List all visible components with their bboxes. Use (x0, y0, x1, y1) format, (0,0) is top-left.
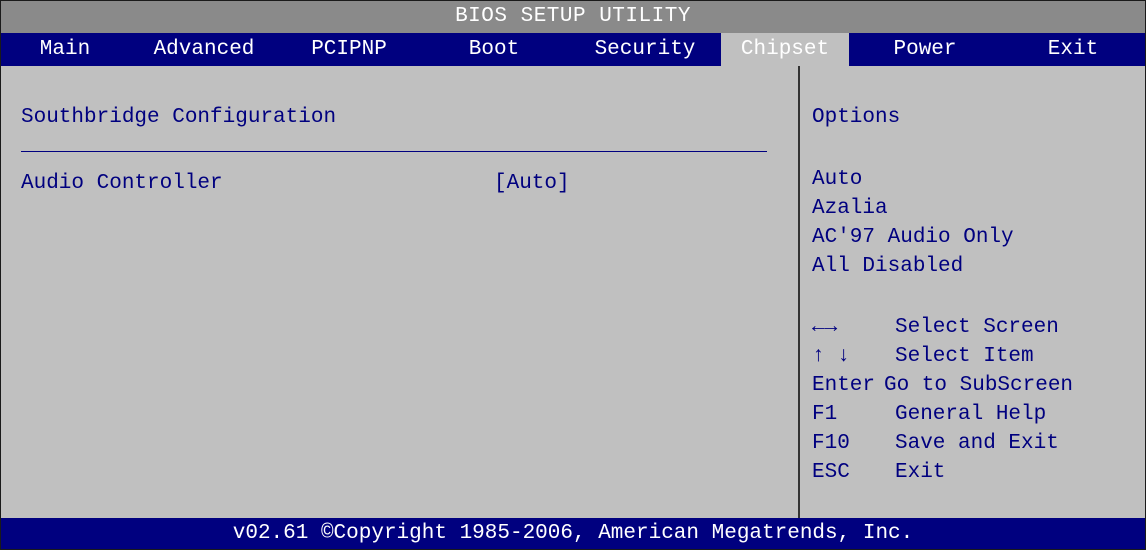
audio-controller-setting[interactable]: Audio Controller [Auto] (1, 172, 797, 202)
title-bar: BIOS SETUP UTILITY (1, 1, 1145, 33)
settings-pane: Southbridge Configuration Audio Controll… (1, 66, 797, 518)
key-enter: Enter (812, 374, 876, 397)
key-f1: F1 (812, 403, 838, 426)
tab-exit[interactable]: Exit (1001, 33, 1145, 66)
bios-screen: BIOS SETUP UTILITY Main Advanced PCIPNP … (0, 0, 1146, 550)
left-right-arrows-icon: ←→ (812, 316, 838, 339)
tab-power[interactable]: Power (849, 33, 1001, 66)
help-title: Options (812, 106, 901, 129)
key-f10: F10 (812, 432, 850, 455)
key-desc-go-to-subscreen: Go to SubScreen (884, 374, 1074, 397)
tab-chipset[interactable]: Chipset (721, 33, 849, 66)
key-desc-save-and-exit: Save and Exit (895, 432, 1059, 455)
setting-value[interactable]: [Auto] (494, 172, 570, 195)
key-esc: ESC (812, 461, 850, 484)
tab-security[interactable]: Security (569, 33, 721, 66)
tab-boot[interactable]: Boot (419, 33, 569, 66)
up-down-arrows-icon: ↑ ↓ (812, 345, 850, 368)
option-auto: Auto (812, 168, 863, 191)
tab-advanced[interactable]: Advanced (129, 33, 279, 66)
copyright-footer: v02.61 ©Copyright 1985-2006, American Me… (1, 518, 1145, 549)
option-all-disabled: All Disabled (812, 255, 964, 278)
key-desc-select-screen: Select Screen (895, 316, 1059, 339)
help-pane: Options Auto Azalia AC'97 Audio Only All… (800, 66, 1145, 518)
key-desc-select-item: Select Item (895, 345, 1034, 368)
key-desc-exit: Exit (895, 461, 946, 484)
option-azalia: Azalia (812, 197, 888, 220)
menu-bar: Main Advanced PCIPNP Boot Security Chips… (1, 33, 1145, 66)
tab-pcipnp[interactable]: PCIPNP (279, 33, 419, 66)
section-title: Southbridge Configuration (21, 106, 337, 129)
key-desc-general-help: General Help (895, 403, 1047, 426)
tab-main[interactable]: Main (1, 33, 129, 66)
setting-label: Audio Controller (21, 172, 223, 195)
section-divider (21, 151, 767, 152)
option-ac97-audio-only: AC'97 Audio Only (812, 226, 1014, 249)
